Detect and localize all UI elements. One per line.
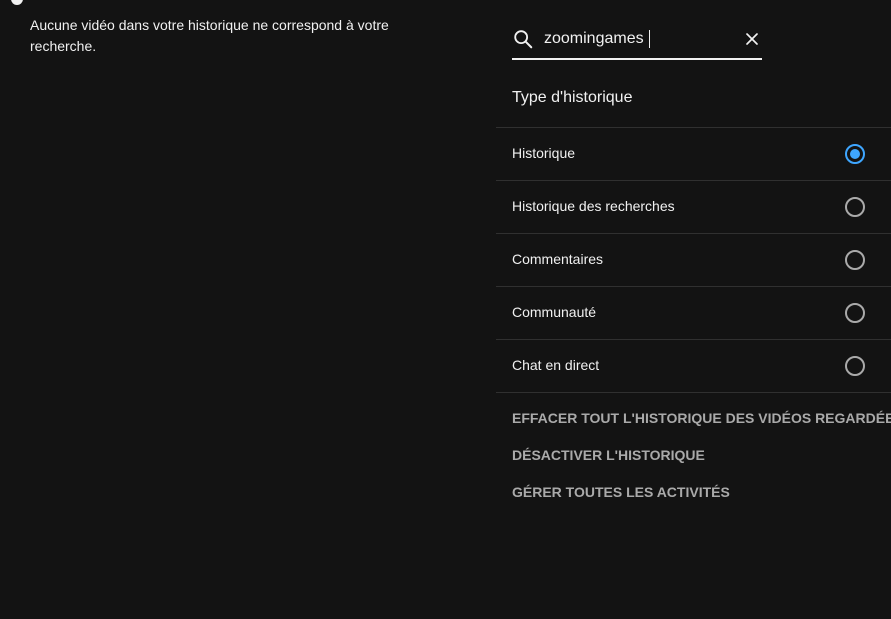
search-icon[interactable] — [512, 28, 534, 50]
manage-all-activity-button[interactable]: GÉRER TOUTES LES ACTIVITÉS — [512, 484, 891, 521]
history-type-option-watch[interactable]: Historique — [496, 128, 891, 181]
text-cursor — [649, 30, 650, 48]
history-type-option-search[interactable]: Historique des recherches — [496, 181, 891, 234]
radio-button[interactable] — [845, 356, 865, 376]
empty-results-message: Aucune vidéo dans votre historique ne co… — [30, 17, 389, 54]
radio-button-checked[interactable] — [845, 144, 865, 164]
history-actions: EFFACER TOUT L'HISTORIQUE DES VIDÉOS REG… — [512, 410, 891, 521]
radio-button[interactable] — [845, 197, 865, 217]
history-type-option-comments[interactable]: Commentaires — [496, 234, 891, 287]
scroll-indicator — [11, 0, 23, 5]
radio-button[interactable] — [845, 250, 865, 270]
option-label: Chat en direct — [512, 357, 600, 373]
clear-all-history-button[interactable]: EFFACER TOUT L'HISTORIQUE DES VIDÉOS REG… — [512, 410, 891, 447]
radio-button[interactable] — [845, 303, 865, 323]
history-page: Aucune vidéo dans votre historique ne co… — [0, 0, 891, 619]
search-input[interactable] — [544, 27, 734, 51]
option-label: Communauté — [512, 304, 597, 320]
option-label: Historique — [512, 145, 576, 161]
history-type-list: Historique Historique des recherches Com… — [496, 127, 891, 393]
option-label: Historique des recherches — [512, 198, 675, 214]
history-type-option-community[interactable]: Communauté — [496, 287, 891, 340]
close-icon[interactable] — [742, 29, 762, 49]
search-box[interactable] — [512, 22, 762, 60]
history-type-option-live-chat[interactable]: Chat en direct — [496, 340, 891, 393]
pause-history-button[interactable]: DÉSACTIVER L'HISTORIQUE — [512, 447, 891, 484]
option-label: Commentaires — [512, 251, 604, 267]
history-type-title: Type d'historique — [512, 89, 633, 106]
